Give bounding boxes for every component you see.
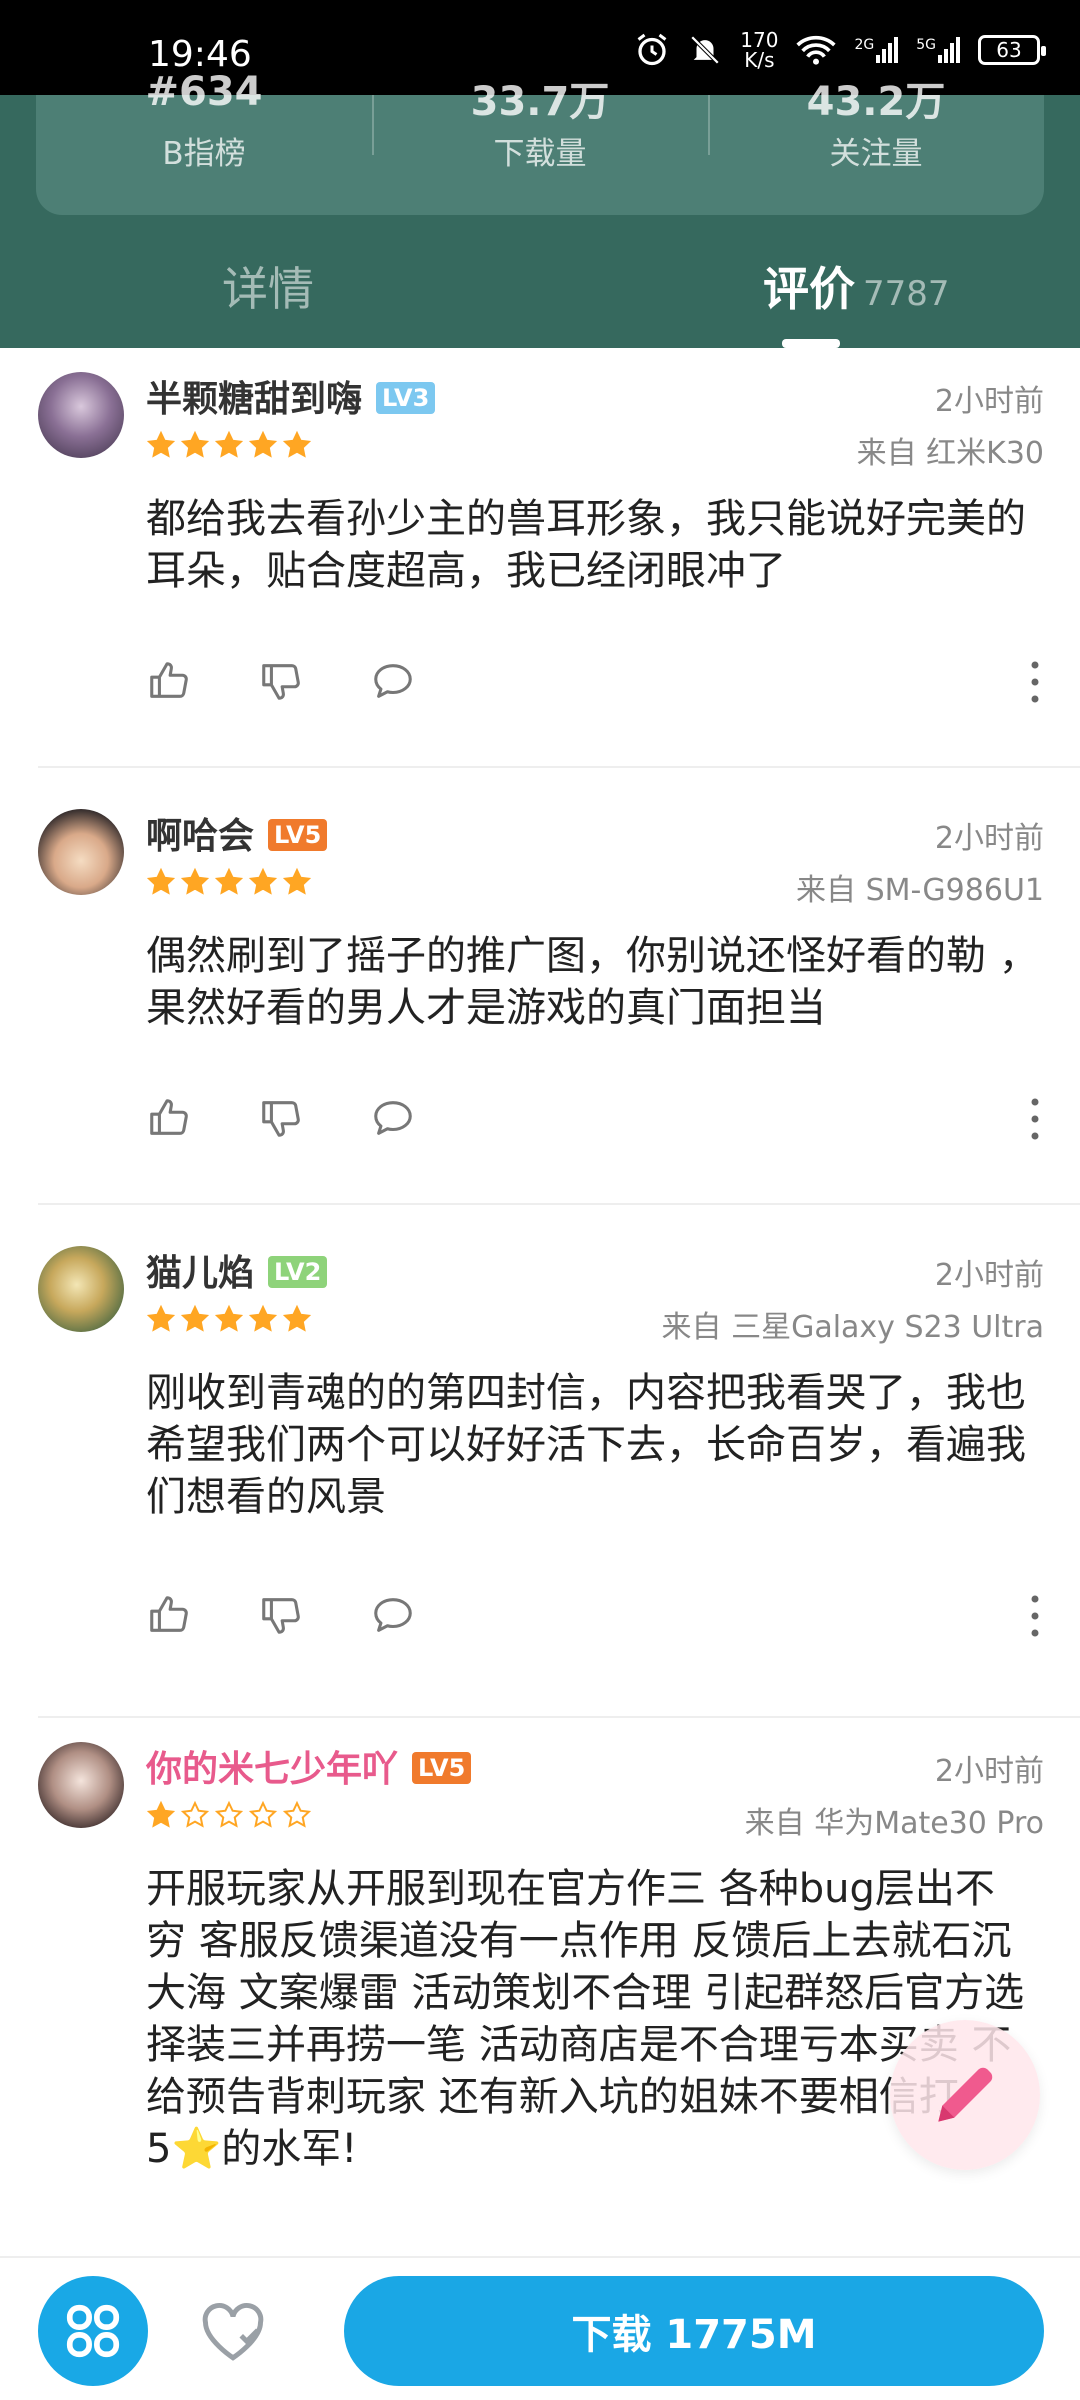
device-label: 来自 三星Galaxy S23 Ultra — [661, 1310, 1044, 1345]
like-icon[interactable] — [146, 1095, 192, 1141]
more-icon[interactable] — [1030, 1594, 1040, 1638]
divider — [38, 766, 1080, 768]
review-actions — [146, 1592, 416, 1638]
level-badge: LV2 — [268, 1256, 328, 1288]
divider — [38, 1203, 1080, 1205]
tab-review[interactable]: 评价 7787 — [763, 253, 950, 319]
bottom-bar: 下载 1775M — [0, 2256, 1080, 2400]
avatar[interactable] — [38, 1246, 124, 1332]
network-speed: 170 K/s — [740, 28, 779, 72]
device-label: 来自 SM-G986U1 — [796, 873, 1044, 908]
star-filled-icon — [248, 430, 278, 458]
rating-stars — [146, 430, 312, 460]
review-content[interactable]: 偶然刷到了摇子的推广图，你别说还怪好看的勒 ，果然好看的男人才是游戏的真门面担当 — [146, 930, 1046, 1034]
alarm-icon — [637, 33, 667, 66]
dislike-icon[interactable] — [258, 1095, 304, 1141]
like-icon[interactable] — [146, 658, 192, 704]
star-empty-icon — [248, 1800, 278, 1828]
wifi-icon — [796, 35, 837, 65]
username[interactable]: 你的米七少年吖 LV5 — [146, 1740, 472, 1792]
review-content[interactable]: 刚收到青魂的的第四封信，内容把我看哭了，我也希望我们两个可以好好活下去，长命百岁… — [146, 1367, 1046, 1523]
star-filled-icon — [146, 1304, 176, 1332]
comment-icon[interactable] — [370, 1095, 416, 1141]
username[interactable]: 半颗糖甜到嗨 LV3 — [146, 370, 436, 422]
menu-grid-button[interactable] — [38, 2276, 148, 2386]
star-filled-icon — [282, 867, 312, 895]
review-actions — [146, 1095, 416, 1141]
review-time: 2小时前 — [934, 1754, 1044, 1789]
stats-card: #634 B指榜 33.7万 下载量 43.2万 关注量 — [36, 69, 1044, 215]
stat-rank[interactable]: #634 B指榜 — [36, 69, 372, 215]
download-button[interactable]: 下载 1775M — [344, 2276, 1044, 2386]
stat-downloads: 33.7万 下载量 — [372, 79, 708, 215]
mute-bell-icon — [691, 35, 720, 65]
more-icon[interactable] — [1030, 1097, 1040, 1141]
star-filled-icon — [180, 867, 210, 895]
username[interactable]: 猫儿焰 LV2 — [146, 1244, 328, 1296]
star-filled-icon — [146, 1800, 176, 1828]
comment-icon[interactable] — [370, 1592, 416, 1638]
divider — [38, 1716, 1080, 1718]
star-filled-icon — [214, 1304, 244, 1332]
star-empty-icon — [282, 1800, 312, 1828]
app-header: #634 B指榜 33.7万 下载量 43.2万 关注量 详情 评价 7787 — [0, 69, 1080, 348]
review-content[interactable]: 都给我去看孙少主的兽耳形象，我只能说好完美的耳朵，贴合度超高，我已经闭眼冲了 — [146, 493, 1046, 597]
avatar[interactable] — [38, 372, 124, 458]
pencil-icon — [938, 2067, 993, 2122]
review-time: 2小时前 — [934, 1258, 1044, 1293]
star-filled-icon — [282, 1304, 312, 1332]
dislike-icon[interactable] — [258, 658, 304, 704]
star-filled-icon — [214, 430, 244, 458]
star-filled-icon — [146, 430, 176, 458]
star-filled-icon — [146, 867, 176, 895]
rating-stars — [146, 1304, 312, 1334]
tab-detail[interactable]: 详情 — [222, 253, 314, 319]
device-label: 来自 红米K30 — [856, 436, 1044, 471]
grid-icon — [66, 2304, 120, 2358]
review-time: 2小时前 — [934, 384, 1044, 419]
review-count: 7787 — [863, 274, 950, 314]
review-time: 2小时前 — [934, 821, 1044, 856]
avatar[interactable] — [38, 1742, 124, 1828]
stat-followers: 43.2万 关注量 — [708, 79, 1044, 215]
dislike-icon[interactable] — [258, 1592, 304, 1638]
battery-icon: 63 — [978, 35, 1046, 65]
avatar[interactable] — [38, 809, 124, 895]
signal-5g: 5G — [916, 37, 960, 63]
level-badge: LV5 — [268, 819, 328, 851]
device-label: 来自 华为Mate30 Pro — [744, 1806, 1044, 1841]
review-actions — [146, 658, 416, 704]
status-icons: 170 K/s 2G 5G 63 — [634, 28, 1046, 72]
signal-2g: 2G — [854, 37, 899, 63]
review-list[interactable]: 半颗糖甜到嗨 LV3 2小时前 来自 红米K30 都给我去看孙少主的兽耳形象，我只… — [0, 348, 1080, 2256]
username[interactable]: 啊哈会 LV5 — [146, 807, 328, 859]
write-review-button[interactable] — [890, 2020, 1040, 2170]
tab-indicator — [782, 339, 840, 348]
star-empty-icon — [180, 1800, 210, 1828]
review-content[interactable]: 开服玩家从开服到现在官方作三 各种bug层出不穷 客服反馈渠道没有一点作用 反馈… — [146, 1863, 1026, 2175]
star-filled-icon — [248, 1304, 278, 1332]
star-filled-icon — [180, 1304, 210, 1332]
like-icon[interactable] — [146, 1592, 192, 1638]
level-badge: LV5 — [412, 1752, 472, 1784]
star-filled-icon — [214, 867, 244, 895]
more-icon[interactable] — [1030, 660, 1040, 704]
star-filled-icon — [248, 867, 278, 895]
rating-stars — [146, 1800, 312, 1830]
rating-stars — [146, 867, 312, 897]
favorite-heart-icon[interactable] — [200, 2302, 266, 2364]
star-filled-icon — [180, 430, 210, 458]
star-filled-icon — [282, 430, 312, 458]
star-empty-icon — [214, 1800, 244, 1828]
level-badge: LV3 — [376, 382, 436, 414]
comment-icon[interactable] — [370, 658, 416, 704]
